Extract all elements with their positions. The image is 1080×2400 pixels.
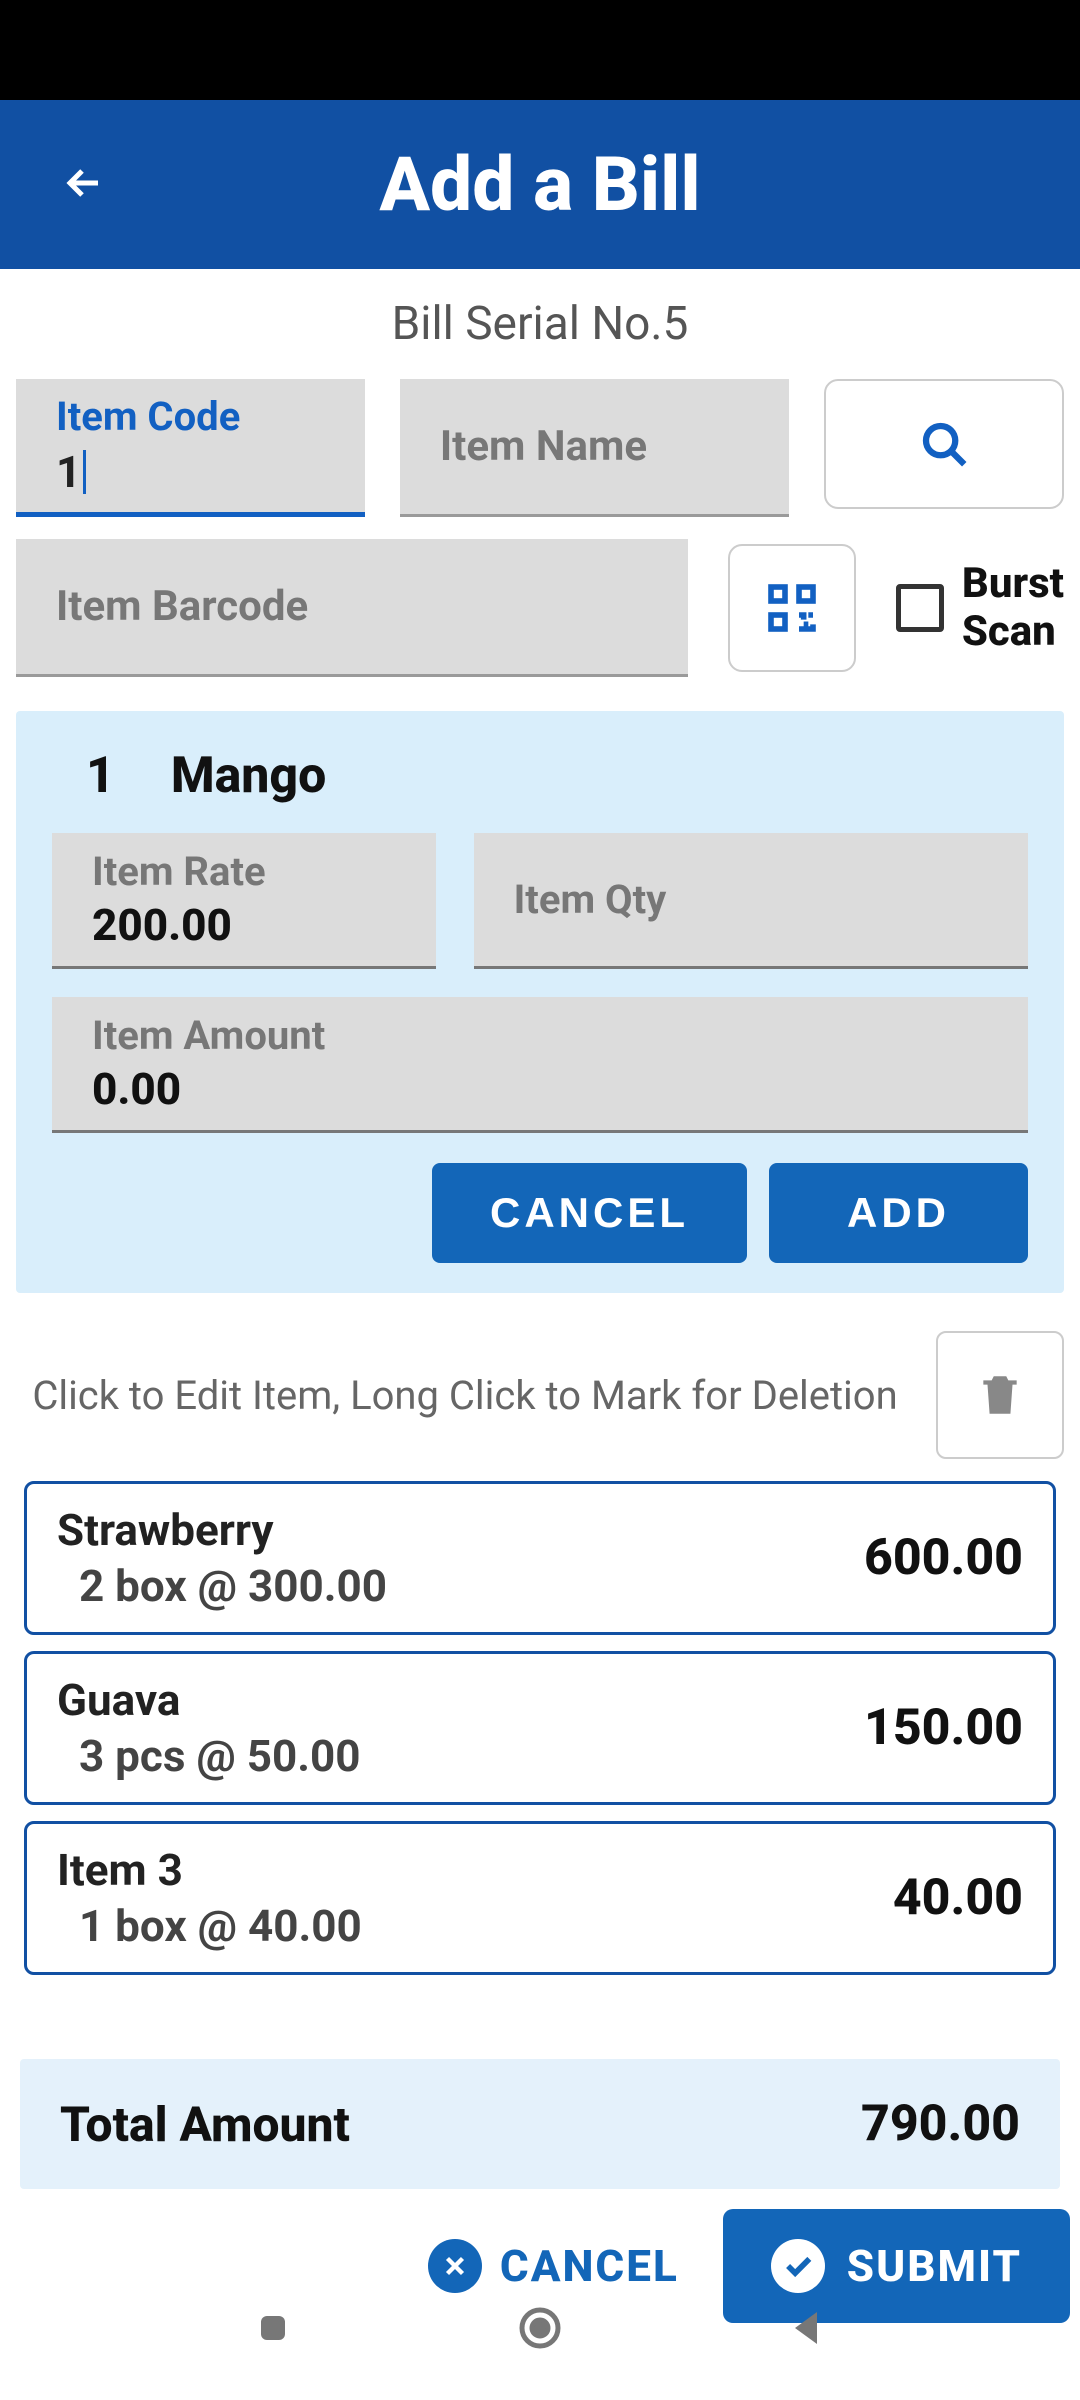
list-item[interactable]: Guava 3 pcs @ 50.00 150.00: [24, 1651, 1056, 1805]
total-value: 790.00: [861, 2095, 1020, 2153]
item-amount-label: Item Amount: [92, 1012, 988, 1059]
item-name: Guava: [57, 1674, 361, 1726]
item-rate-label: Item Rate: [92, 848, 396, 895]
item-detail: 1 box @ 40.00: [79, 1900, 362, 1952]
edit-item-name: Mango: [171, 747, 326, 805]
item-name-input[interactable]: Item Name: [400, 379, 789, 517]
delete-button[interactable]: [936, 1331, 1064, 1459]
nav-home-button[interactable]: [516, 2304, 564, 2356]
text-cursor: [83, 450, 86, 494]
item-amount: 600.00: [864, 1529, 1023, 1587]
back-button[interactable]: [60, 159, 108, 211]
burst-scan-label: Burst Scan: [962, 560, 1064, 657]
item-name: Strawberry: [57, 1504, 387, 1556]
item-name-label: Item Name: [440, 422, 749, 471]
total-bar: Total Amount 790.00: [20, 2059, 1060, 2189]
app-bar: Add a Bill: [0, 100, 1080, 269]
item-rate-input[interactable]: Item Rate 200.00: [52, 833, 436, 969]
edit-item-code: 1: [86, 747, 115, 805]
item-amount-value: 0.00: [92, 1063, 988, 1115]
item-code-input[interactable]: Item Code 1: [16, 379, 365, 517]
item-edit-panel: 1 Mango Item Rate 200.00 Item Qty Item A…: [16, 711, 1064, 1293]
item-rate-value: 200.00: [92, 899, 396, 951]
item-barcode-label: Item Barcode: [56, 582, 648, 631]
search-button[interactable]: [824, 379, 1064, 509]
qr-icon: [764, 580, 820, 636]
trash-icon: [975, 1370, 1025, 1420]
status-bar: [0, 0, 1080, 100]
panel-cancel-button[interactable]: CANCEL: [432, 1163, 747, 1263]
item-code-label: Item Code: [56, 393, 325, 440]
item-code-value: 1: [56, 446, 81, 498]
android-nav-bar: [0, 2260, 1080, 2400]
page-title: Add a Bill: [379, 141, 700, 229]
burst-scan-toggle[interactable]: Burst Scan: [896, 560, 1064, 657]
item-detail: 3 pcs @ 50.00: [79, 1730, 361, 1782]
item-name: Item 3: [57, 1844, 362, 1896]
item-amount: 150.00: [864, 1699, 1023, 1757]
item-qty-input[interactable]: Item Qty: [474, 833, 1028, 969]
item-barcode-input[interactable]: Item Barcode: [16, 539, 688, 677]
list-item[interactable]: Strawberry 2 box @ 300.00 600.00: [24, 1481, 1056, 1635]
item-amount-input[interactable]: Item Amount 0.00: [52, 997, 1028, 1133]
nav-recent-button[interactable]: [249, 2304, 297, 2356]
search-icon: [917, 417, 971, 471]
bill-serial-text: Bill Serial No.5: [0, 269, 1080, 379]
scan-qr-button[interactable]: [728, 544, 856, 672]
burst-scan-checkbox[interactable]: [896, 584, 944, 632]
list-item[interactable]: Item 3 1 box @ 40.00 40.00: [24, 1821, 1056, 1975]
items-list: Strawberry 2 box @ 300.00 600.00 Guava 3…: [0, 1471, 1080, 2001]
nav-back-button[interactable]: [783, 2304, 831, 2356]
items-hint-text: Click to Edit Item, Long Click to Mark f…: [16, 1372, 914, 1419]
item-detail: 2 box @ 300.00: [79, 1560, 387, 1612]
item-qty-label: Item Qty: [514, 876, 988, 923]
item-amount: 40.00: [893, 1869, 1023, 1927]
total-label: Total Amount: [60, 2096, 350, 2153]
panel-add-button[interactable]: ADD: [769, 1163, 1028, 1263]
